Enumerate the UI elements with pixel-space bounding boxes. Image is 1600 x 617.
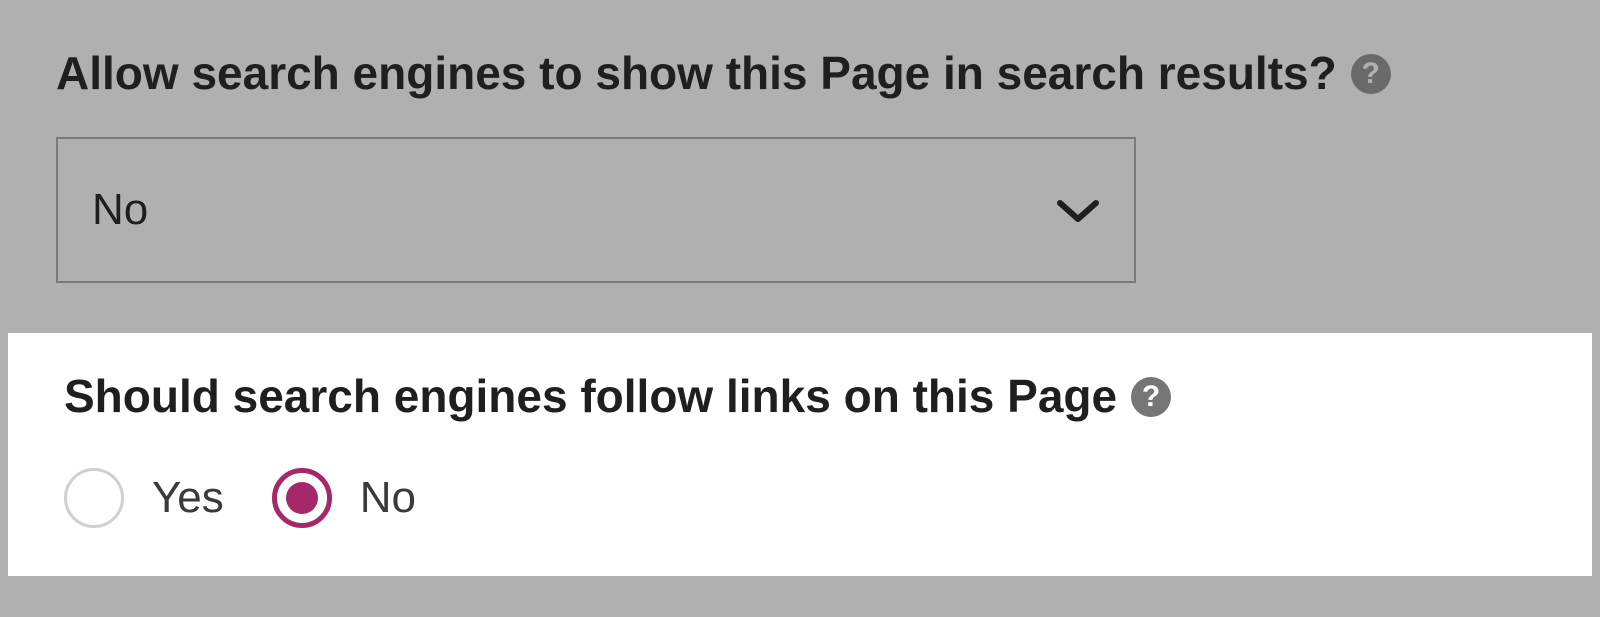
chevron-down-icon [1056,188,1100,232]
allow-search-label: Allow search engines to show this Page i… [56,46,1337,101]
allow-search-section: Allow search engines to show this Page i… [0,0,1600,333]
follow-links-label: Should search engines follow links on th… [64,369,1117,424]
radio-option-no[interactable]: No [272,468,416,528]
follow-links-radio-group: Yes No [64,468,1536,528]
allow-search-select-value: No [92,185,1056,235]
help-icon[interactable]: ? [1131,377,1171,417]
follow-links-section: Should search engines follow links on th… [8,333,1592,576]
radio-label-no: No [360,473,416,523]
radio-circle-yes [64,468,124,528]
allow-search-label-row: Allow search engines to show this Page i… [56,46,1544,101]
radio-option-yes[interactable]: Yes [64,468,224,528]
radio-label-yes: Yes [152,473,224,523]
radio-circle-no [272,468,332,528]
allow-search-select[interactable]: No [56,137,1136,283]
follow-links-label-row: Should search engines follow links on th… [64,369,1536,424]
help-icon[interactable]: ? [1351,54,1391,94]
